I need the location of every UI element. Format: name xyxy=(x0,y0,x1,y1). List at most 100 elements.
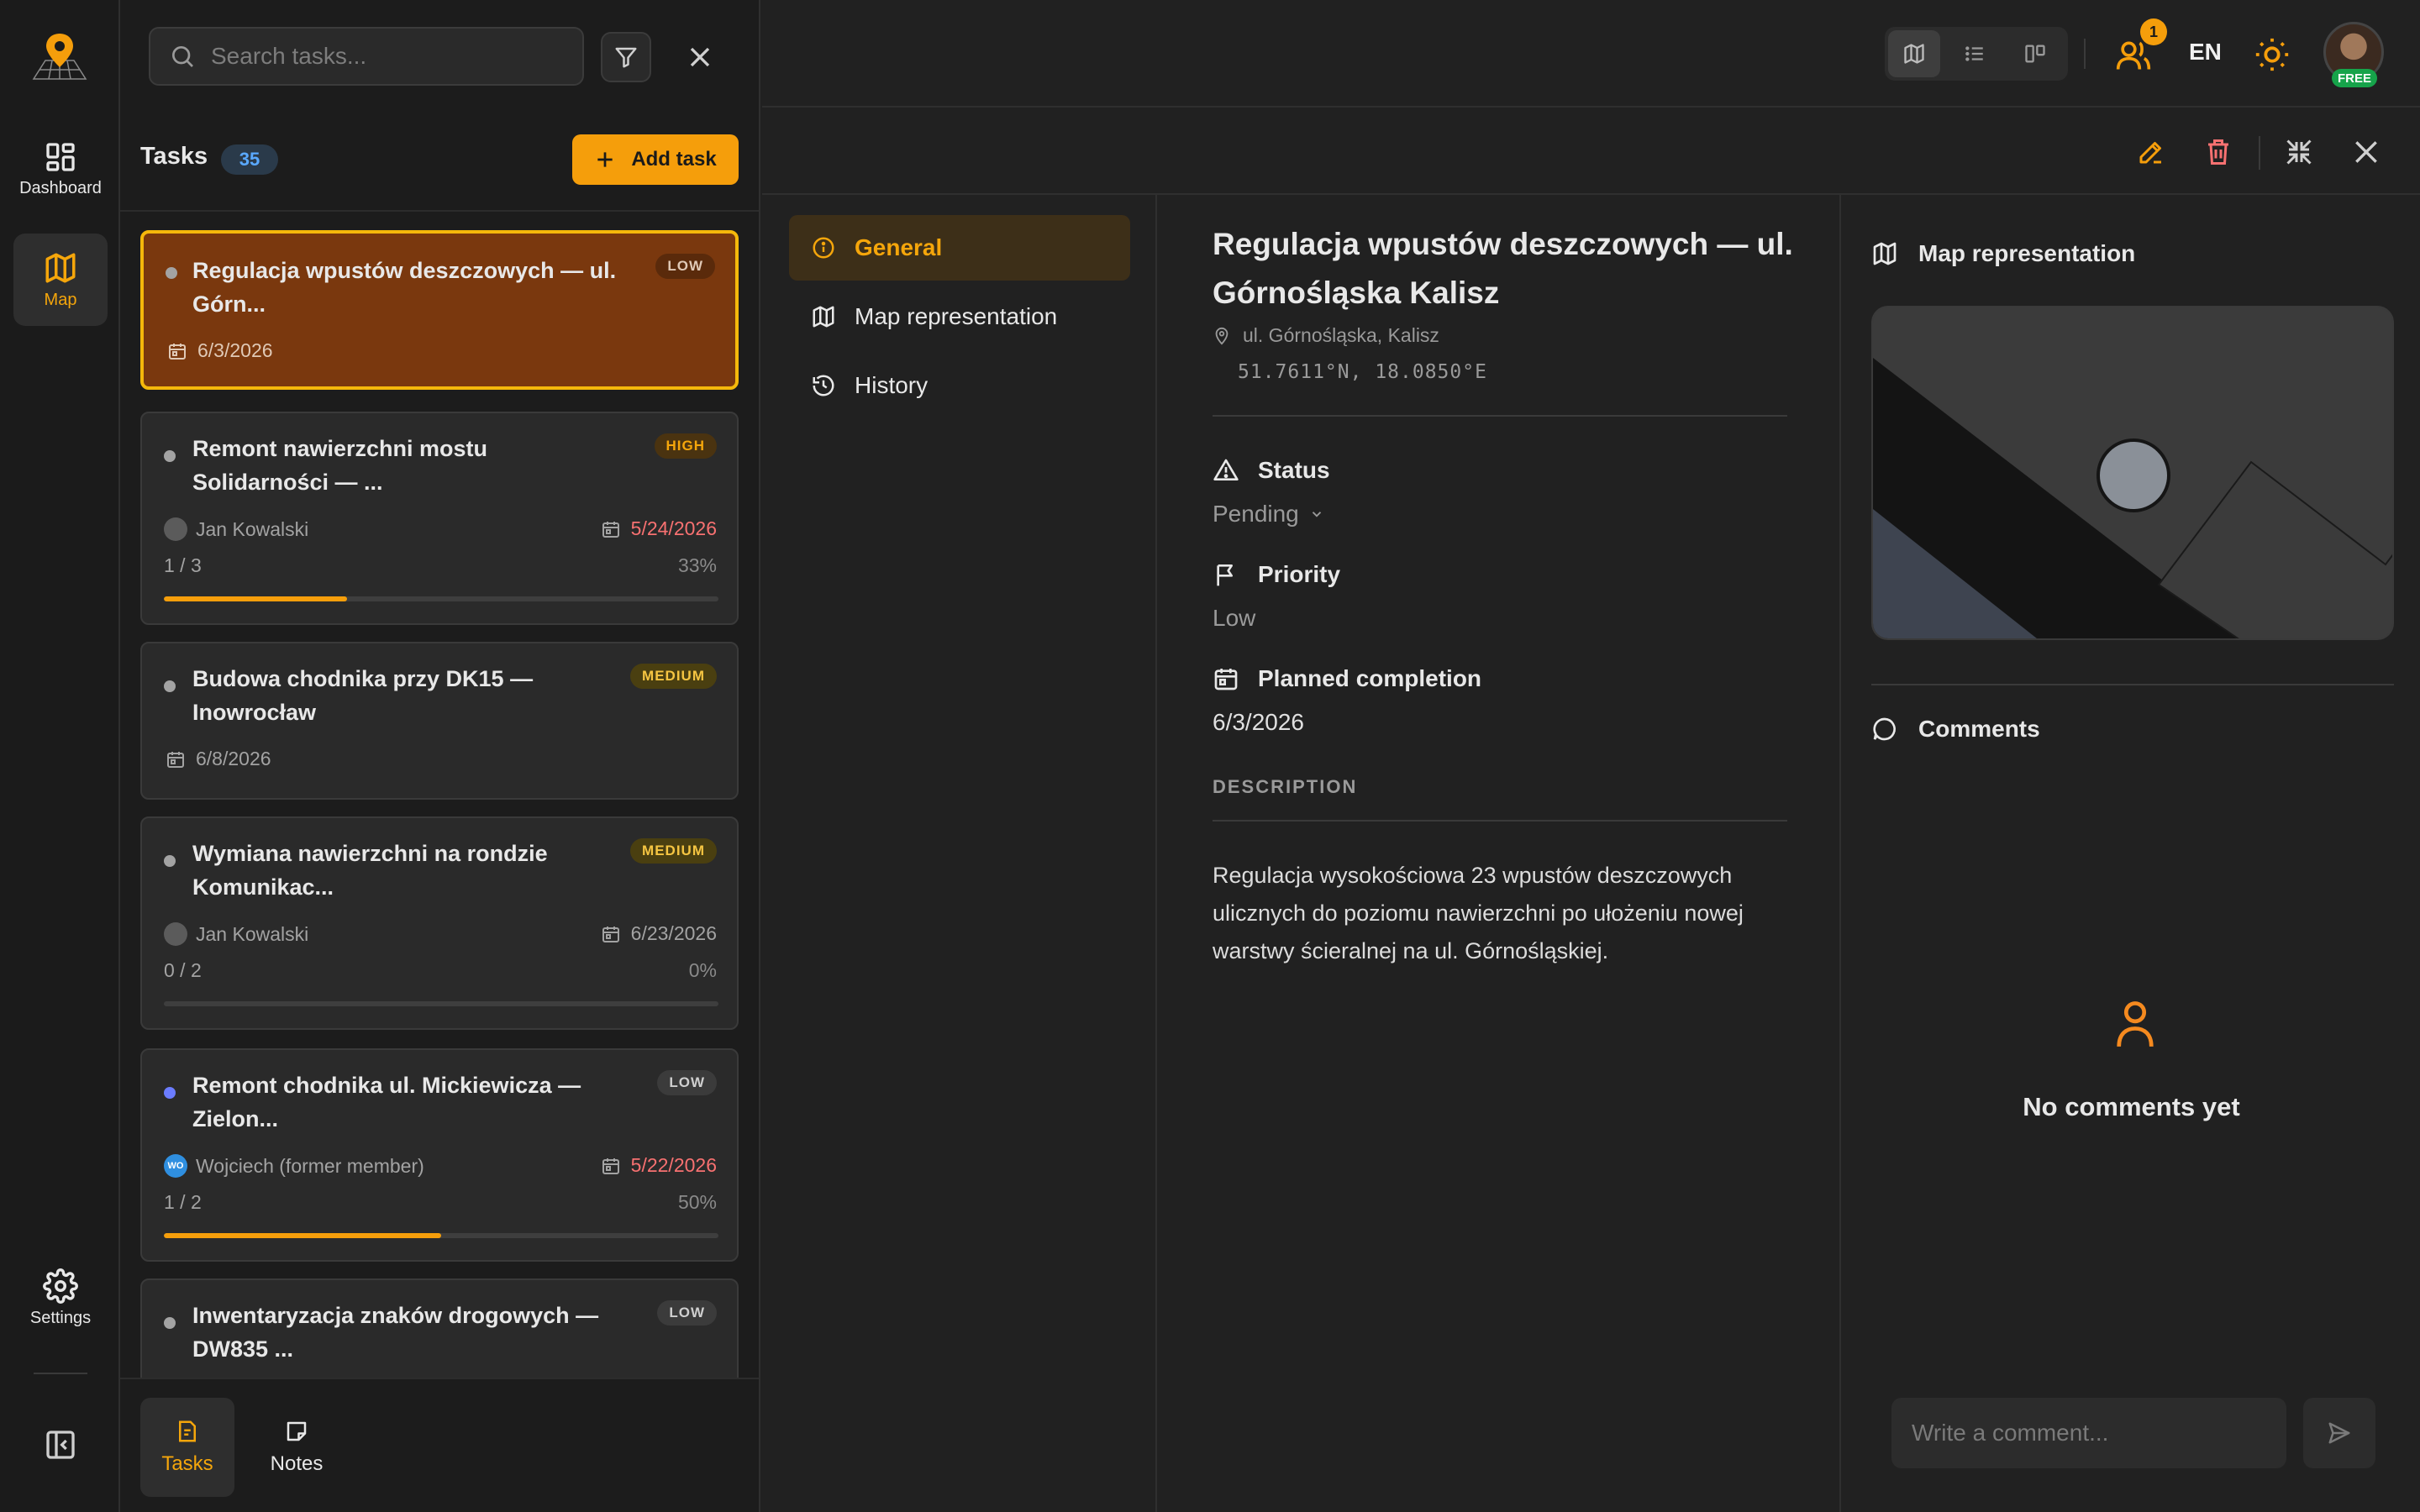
app-logo-icon[interactable] xyxy=(27,30,92,82)
subtask-progress: 0 / 2 xyxy=(164,959,202,981)
notification-count-badge: 1 xyxy=(2140,18,2167,45)
coordinates: 51.7611°N, 18.0850°E xyxy=(1238,361,1487,383)
progress-bar-fill xyxy=(164,1233,441,1238)
map-preview-image[interactable] xyxy=(1871,306,2394,640)
kanban-icon xyxy=(2025,45,2045,63)
close-icon xyxy=(690,47,710,67)
divider xyxy=(120,210,759,212)
task-due-date: 6/3/2026 xyxy=(167,339,273,362)
delete-button[interactable] xyxy=(2199,133,2238,171)
close-panel-button[interactable] xyxy=(683,40,717,74)
task-due-date: 5/24/2026 xyxy=(601,517,717,540)
notes-icon xyxy=(287,1421,307,1441)
tab-notes[interactable]: Notes xyxy=(250,1398,344,1497)
edit-button[interactable] xyxy=(2132,133,2170,171)
view-toggle xyxy=(1885,27,2068,81)
gear-icon xyxy=(43,1268,78,1304)
calendar-icon xyxy=(167,751,184,768)
task-due-date: 6/8/2026 xyxy=(166,748,271,770)
list-view-button[interactable] xyxy=(1949,30,2001,77)
field-label: Planned completion xyxy=(1258,665,1482,691)
rail-item-settings[interactable]: Settings xyxy=(13,1252,108,1344)
status-label: Status xyxy=(1213,457,1330,484)
progress-bar-fill xyxy=(164,596,347,601)
detail-toolbar xyxy=(762,109,2420,195)
task-title: Inwentaryzacja znaków drogowych — DW835 … xyxy=(192,1303,599,1362)
minimize-button[interactable] xyxy=(2280,133,2318,171)
priority-value[interactable]: Low xyxy=(1213,605,1255,632)
rail-item-dashboard[interactable]: Dashboard xyxy=(13,123,108,215)
map-view-button[interactable] xyxy=(1888,30,1940,77)
warning-icon xyxy=(1213,459,1239,480)
close-detail-button[interactable] xyxy=(2347,133,2386,171)
progress-bar xyxy=(164,1233,718,1238)
rail-divider xyxy=(34,1373,87,1374)
language-switcher[interactable]: EN xyxy=(2189,39,2222,66)
date-text: 5/22/2026 xyxy=(630,1154,717,1176)
add-task-button[interactable]: Add task xyxy=(572,134,739,185)
date-text: 6/23/2026 xyxy=(630,922,717,944)
subtask-progress: 1 / 3 xyxy=(164,554,202,576)
task-title: Regulacja wpustów deszczowych — ul. Górn… xyxy=(192,258,617,317)
calendar-icon xyxy=(169,343,186,360)
task-card[interactable]: Regulacja wpustów deszczowych — ul. Górn… xyxy=(140,230,739,390)
tasks-title: Tasks xyxy=(140,143,208,170)
progress-percent: 33% xyxy=(677,554,717,576)
date-text: 5/24/2026 xyxy=(630,517,717,539)
tab-history[interactable]: History xyxy=(789,353,1130,418)
comment-input[interactable] xyxy=(1891,1398,2286,1468)
status-dot xyxy=(166,267,177,279)
task-card[interactable]: Remont chodnika ul. Mickiewicza — Zielon… xyxy=(140,1048,739,1262)
status-value: Pending xyxy=(1213,501,1299,527)
planned-completion-value[interactable]: 6/3/2026 xyxy=(1213,709,1304,736)
comments-heading: Comments xyxy=(1871,716,2040,743)
tab-tasks[interactable]: Tasks xyxy=(140,1398,234,1497)
task-card[interactable]: Remont nawierzchni mostu Solidarności — … xyxy=(140,412,739,625)
divider xyxy=(1213,415,1787,417)
task-card[interactable]: Budowa chodnika przy DK15 — Inowrocław M… xyxy=(140,642,739,800)
status-dot xyxy=(164,1317,176,1329)
left-rail: Dashboard Map Settings xyxy=(0,0,120,1512)
map-icon xyxy=(1873,242,1897,265)
filter-button[interactable] xyxy=(601,32,651,82)
avatar xyxy=(164,517,187,541)
divider xyxy=(1213,820,1787,822)
task-assignee: WO Wojciech (former member) xyxy=(164,1154,424,1178)
task-detail: Regulacja wpustów deszczowych — ul. Górn… xyxy=(1159,195,1841,1512)
sun-icon xyxy=(2255,38,2289,71)
search-box[interactable] xyxy=(149,27,584,86)
send-comment-button[interactable] xyxy=(2303,1398,2375,1468)
collapse-sidebar-icon[interactable] xyxy=(44,1428,77,1462)
assignee-name: Jan Kowalski xyxy=(196,922,309,945)
search-input[interactable] xyxy=(211,43,547,70)
task-card[interactable]: Wymiana nawierzchni na rondzie Komunikac… xyxy=(140,816,739,1030)
comment-icon xyxy=(1873,717,1896,741)
priority-label: Priority xyxy=(1213,561,1340,588)
priority-badge: LOW xyxy=(657,1300,717,1326)
status-dot xyxy=(164,1087,176,1099)
priority-badge: HIGH xyxy=(654,433,717,459)
priority-badge: MEDIUM xyxy=(630,664,717,689)
task-assignee: Jan Kowalski xyxy=(164,517,308,541)
rail-item-map[interactable]: Map xyxy=(13,234,108,326)
list-icon xyxy=(1965,46,1983,61)
task-title: Wymiana nawierzchni na rondzie Komunikac… xyxy=(192,841,548,900)
map-icon xyxy=(813,306,834,328)
history-icon xyxy=(813,375,834,396)
calendar-icon xyxy=(602,1158,619,1174)
tab-general[interactable]: General xyxy=(789,215,1130,281)
task-title: Remont nawierzchni mostu Solidarności — … xyxy=(192,436,488,495)
rail-item-label: Map xyxy=(44,290,77,309)
status-dot xyxy=(164,855,176,867)
board-view-button[interactable] xyxy=(2009,30,2061,77)
rail-item-label: Settings xyxy=(29,1308,92,1327)
tab-map-representation[interactable]: Map representation xyxy=(789,284,1130,349)
task-due-date: 6/23/2026 xyxy=(601,922,717,945)
status-dropdown[interactable]: Pending xyxy=(1213,501,1324,528)
planned-completion-label: Planned completion xyxy=(1213,665,1481,692)
minimize-icon xyxy=(2286,139,2312,165)
nav-label: History xyxy=(855,372,929,398)
task-panel: Tasks 35 Add task Regulacja wpustów desz… xyxy=(120,0,760,1512)
avatar xyxy=(164,922,187,946)
theme-toggle-button[interactable] xyxy=(2253,35,2291,74)
